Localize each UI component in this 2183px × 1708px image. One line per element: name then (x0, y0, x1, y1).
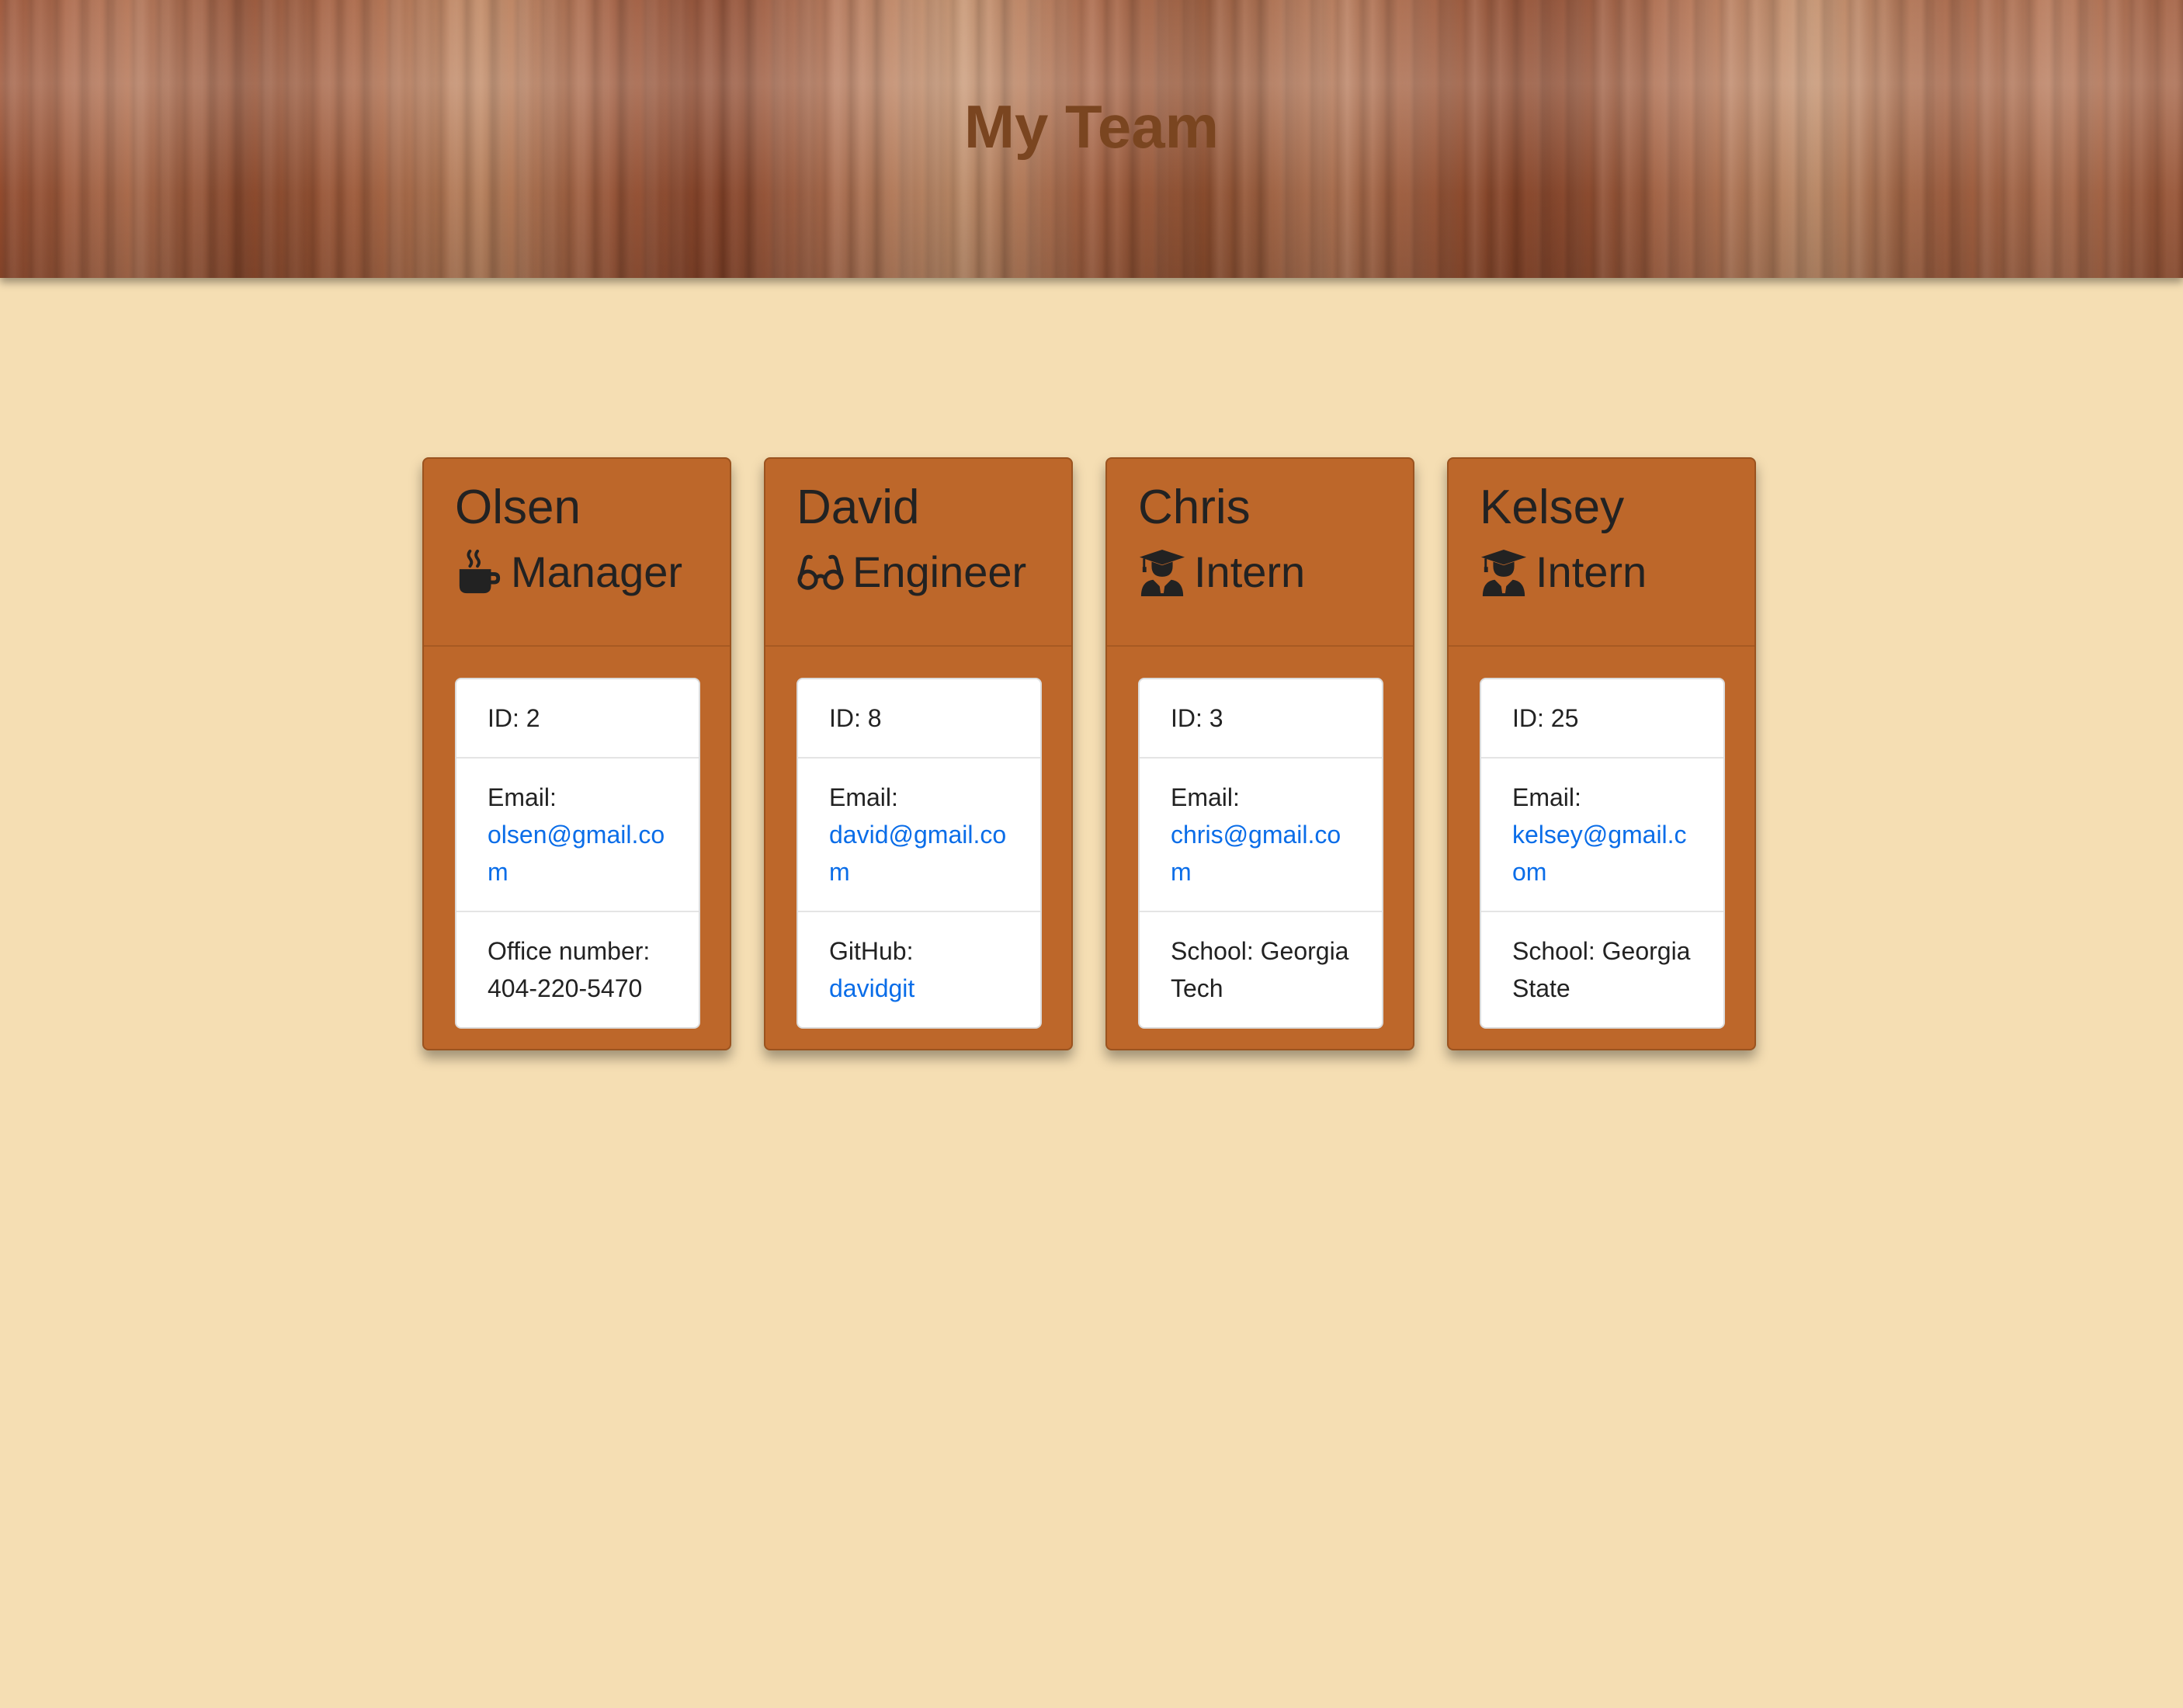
card-header: Chris Intern (1107, 459, 1413, 647)
email-link[interactable]: olsen@gmail.com (488, 821, 665, 886)
employee-card: David Engineer ID: 8 Email: david@gmail.… (764, 457, 1073, 1050)
employee-role: Manager (455, 546, 699, 598)
employee-role: Engineer (796, 546, 1040, 598)
employee-email-row: Email: david@gmail.com (798, 759, 1040, 912)
school-row: School: Georgia State (1481, 912, 1723, 1027)
github-label: GitHub: (829, 937, 914, 965)
office-number-label: Office number: (488, 937, 651, 965)
graduate-icon (1480, 548, 1528, 596)
role-label: Intern (1536, 547, 1647, 597)
card-header: Kelsey Intern (1449, 459, 1754, 647)
employee-role: Intern (1480, 546, 1723, 598)
role-label: Engineer (852, 547, 1027, 597)
employee-name: Kelsey (1480, 481, 1625, 534)
office-number-row: Office number: 404-220-5470 (456, 912, 699, 1027)
email-link[interactable]: kelsey@gmail.com (1512, 821, 1687, 886)
role-label: Intern (1194, 547, 1306, 597)
employee-name: Chris (1138, 481, 1251, 534)
employee-role: Intern (1138, 546, 1382, 598)
card-header: Olsen Manager (424, 459, 730, 647)
employee-card: Chris Intern ID: 3 Email: chris@gmail.co… (1105, 457, 1414, 1050)
email-link[interactable]: chris@gmail.com (1171, 821, 1341, 886)
employee-name: David (796, 481, 920, 534)
school-label: School: (1512, 937, 1595, 965)
role-label: Manager (511, 547, 683, 597)
email-label: Email: (1512, 783, 1581, 811)
graduate-icon (1138, 548, 1186, 596)
employee-card: Olsen Manager ID: 2 Email: olsen@gmail.c… (422, 457, 731, 1050)
employee-email-row: Email: chris@gmail.com (1140, 759, 1382, 912)
employee-details: ID: 3 Email: chris@gmail.com School: Geo… (1138, 678, 1383, 1029)
employee-id: ID: 2 (456, 679, 699, 759)
office-number-value: 404-220-5470 (488, 974, 643, 1002)
glasses-icon (796, 548, 845, 596)
employee-email-row: Email: olsen@gmail.com (456, 759, 699, 912)
employee-details: ID: 2 Email: olsen@gmail.com Office numb… (455, 678, 700, 1029)
email-label: Email: (488, 783, 557, 811)
card-header: David Engineer (765, 459, 1071, 647)
email-link[interactable]: david@gmail.com (829, 821, 1006, 886)
team-cards: Olsen Manager ID: 2 Email: olsen@gmail.c… (422, 457, 1756, 1050)
school-row: School: Georgia Tech (1140, 912, 1382, 1027)
employee-details: ID: 25 Email: kelsey@gmail.com School: G… (1480, 678, 1725, 1029)
employee-email-row: Email: kelsey@gmail.com (1481, 759, 1723, 912)
github-link[interactable]: davidgit (829, 974, 914, 1002)
github-row: GitHub: davidgit (798, 912, 1040, 1027)
employee-id: ID: 25 (1481, 679, 1723, 759)
employee-name: Olsen (455, 481, 581, 534)
employee-details: ID: 8 Email: david@gmail.com GitHub: dav… (796, 678, 1042, 1029)
employee-id: ID: 8 (798, 679, 1040, 759)
school-label: School: (1171, 937, 1254, 965)
email-label: Email: (1171, 783, 1240, 811)
mug-icon (455, 548, 503, 596)
employee-id: ID: 3 (1140, 679, 1382, 759)
email-label: Email: (829, 783, 898, 811)
page-title: My Team (964, 92, 1219, 161)
employee-card: Kelsey Intern ID: 25 Email: kelsey@gmail… (1447, 457, 1756, 1050)
